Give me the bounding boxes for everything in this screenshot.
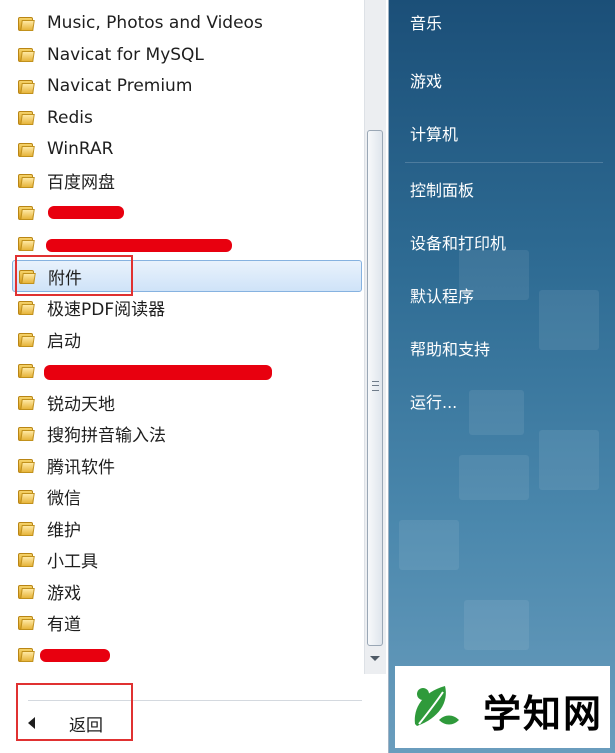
program-folder-navicat-premium[interactable]: Navicat Premium [12, 71, 362, 101]
program-folder-baidu-netdisk[interactable]: 百度网盘 [12, 166, 362, 196]
right-menu-run[interactable]: 运行... [410, 389, 457, 413]
folder-label: Music, Photos and Videos [47, 13, 263, 33]
folder-icon [18, 78, 35, 95]
right-menu-help-support[interactable]: 帮助和支持 [410, 336, 490, 360]
right-menu-devices-printers[interactable]: 设备和打印机 [410, 230, 506, 254]
background-tile [539, 290, 599, 350]
right-menu-default-programs[interactable]: 默认程序 [410, 283, 474, 307]
folder-icon [18, 457, 35, 474]
scrollbar-thumb[interactable] [367, 130, 383, 646]
program-folder-music-photos-videos[interactable]: Music, Photos and Videos [12, 8, 362, 38]
folder-label: 腾讯软件 [47, 457, 115, 478]
watermark-logo: 学知网 [395, 666, 610, 748]
folder-label: 维护 [47, 520, 81, 541]
folder-label: 搜狗拼音输入法 [47, 426, 166, 446]
program-folder-maintenance[interactable]: 维护 [12, 513, 362, 543]
program-folder-wechat[interactable]: 微信 [12, 482, 362, 512]
folder-label: 启动 [47, 331, 81, 352]
program-folder-redacted[interactable] [12, 197, 362, 227]
folder-icon [18, 204, 35, 221]
grip-icon [372, 381, 379, 391]
folder-icon [18, 46, 35, 63]
folder-icon [18, 109, 35, 126]
folder-icon [18, 551, 35, 568]
program-folder-sogou-pinyin[interactable]: 搜狗拼音输入法 [12, 419, 362, 449]
folder-icon [18, 614, 35, 631]
program-folder-gadgets[interactable]: 小工具 [12, 545, 362, 575]
folder-label: Redis [47, 107, 93, 128]
folder-icon [18, 299, 35, 316]
folder-icon [18, 172, 35, 189]
redaction-mark [44, 364, 272, 380]
right-menu-separator [405, 162, 603, 163]
right-menu-games[interactable]: 游戏 [410, 68, 442, 92]
folder-label: 游戏 [47, 583, 81, 604]
background-tile [459, 455, 529, 500]
program-folder-redis[interactable]: Redis [12, 103, 362, 133]
redaction-mark [48, 206, 124, 219]
right-menu-music[interactable]: 音乐 [410, 10, 442, 34]
watermark-text: 学知网 [483, 691, 604, 736]
folder-icon [18, 520, 35, 537]
program-folder-winrar[interactable]: WinRAR [12, 134, 362, 164]
right-menu-control-panel[interactable]: 控制面板 [410, 177, 474, 201]
folder-icon [18, 488, 35, 505]
annotation-highlight-box [16, 683, 133, 741]
folder-label: Navicat for MySQL [47, 44, 204, 65]
background-tile [464, 600, 529, 650]
program-folder-redacted[interactable] [12, 356, 362, 386]
scroll-down-arrow-icon[interactable] [370, 656, 380, 661]
folder-label: 锐动天地 [47, 394, 115, 415]
start-menu-right-panel: 音乐 游戏 计算机 控制面板 设备和打印机 默认程序 帮助和支持 运行... [389, 0, 615, 753]
folder-icon [18, 141, 35, 158]
folder-label: WinRAR [47, 139, 114, 159]
background-tile [469, 390, 524, 435]
folder-icon [18, 425, 35, 442]
folder-label: 有道 [47, 615, 81, 635]
folder-icon [18, 235, 35, 252]
folder-icon [18, 362, 35, 379]
program-folder-games[interactable]: 游戏 [12, 576, 362, 606]
folder-label: 极速PDF阅读器 [47, 300, 166, 320]
folder-icon [18, 15, 35, 32]
redaction-mark [40, 649, 110, 662]
folder-label: Navicat Premium [47, 76, 193, 96]
program-list-scrollbar[interactable] [364, 0, 386, 674]
program-folder-ruidong[interactable]: 锐动天地 [12, 387, 362, 417]
folder-label: 小工具 [47, 552, 98, 572]
redaction-mark [46, 238, 232, 252]
program-folder-redacted[interactable] [12, 639, 362, 669]
folder-label: 百度网盘 [47, 173, 115, 193]
annotation-highlight-box [15, 255, 133, 296]
folder-label: 微信 [47, 489, 81, 509]
program-folder-tencent[interactable]: 腾讯软件 [12, 450, 362, 480]
program-folder-redacted[interactable] [12, 229, 362, 259]
program-folder-youdao[interactable]: 有道 [12, 608, 362, 638]
right-menu-computer[interactable]: 计算机 [410, 121, 458, 145]
folder-icon [18, 583, 35, 600]
folder-icon [18, 646, 35, 663]
background-tile [399, 520, 459, 570]
folder-icon [18, 331, 35, 348]
program-folder-pdf-reader[interactable]: 极速PDF阅读器 [12, 293, 362, 323]
background-tile [539, 430, 599, 490]
program-folder-navicat-mysql[interactable]: Navicat for MySQL [12, 40, 362, 70]
program-folder-startup[interactable]: 启动 [12, 324, 362, 354]
leaf-logo-icon [414, 686, 459, 726]
folder-icon [18, 394, 35, 411]
start-menu-left-panel: Music, Photos and Videos Navicat for MyS… [0, 0, 389, 753]
